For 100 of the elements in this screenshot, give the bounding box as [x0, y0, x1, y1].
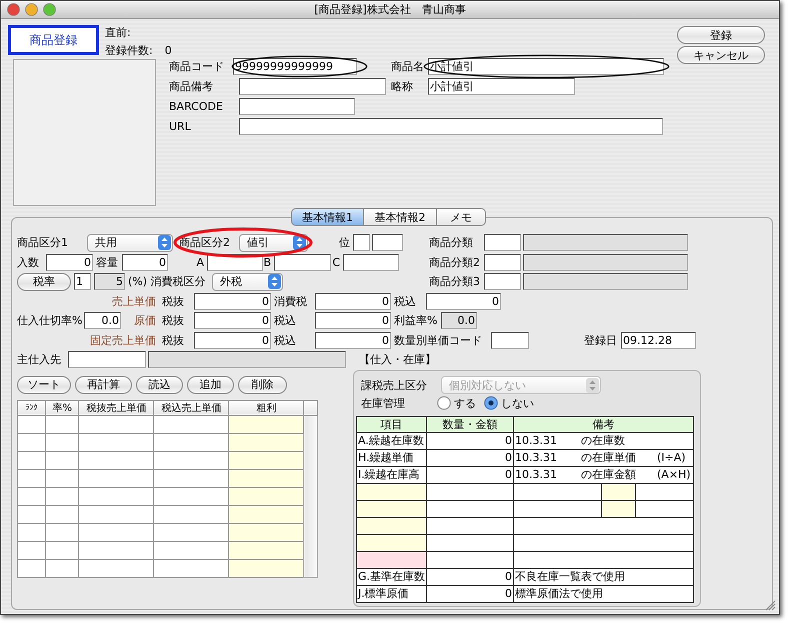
table-cell	[46, 469, 79, 487]
zoom-button[interactable]	[43, 3, 56, 16]
text-field[interactable]	[484, 254, 521, 270]
text-field[interactable]	[523, 234, 688, 251]
field-label: 消費税	[273, 294, 308, 310]
text-field[interactable]: 0	[122, 254, 168, 270]
table-cell	[18, 433, 46, 451]
table-cell: G.基準在庫数	[356, 568, 426, 585]
column-header: 備考	[514, 416, 694, 432]
text-field[interactable]: 0	[315, 312, 391, 329]
dropdown[interactable]: 値引	[239, 234, 308, 252]
field-label: 仕入仕切率%	[17, 313, 84, 329]
tax-rate-button[interactable]: 税率	[17, 272, 71, 290]
scrollbar[interactable]	[304, 415, 318, 577]
text-field[interactable]: 0.0	[84, 312, 121, 329]
toolbar-button[interactable]: 追加	[187, 376, 234, 394]
text-field[interactable]: 0	[426, 292, 501, 310]
table-cell: 0	[426, 585, 514, 602]
table-cell	[46, 451, 79, 469]
table-cell	[18, 559, 46, 577]
formula-text: (I÷A)	[657, 450, 686, 465]
table-cell: 0	[426, 466, 514, 483]
field-label: 固定売上単価	[89, 332, 157, 348]
text-field[interactable]	[523, 273, 688, 290]
table-cell: H.繰越単価	[356, 449, 426, 466]
text-field[interactable]: 0	[315, 332, 391, 348]
field-label: 数量別単価コード	[393, 332, 483, 348]
column-header[interactable]: ﾗﾝｸ	[18, 400, 46, 415]
field-label: 商品コード	[169, 59, 225, 75]
text-field[interactable]	[343, 254, 399, 270]
table-cell	[18, 451, 46, 469]
field-label: C	[331, 254, 341, 270]
close-button[interactable]	[7, 3, 20, 16]
radio-circle-icon	[484, 396, 498, 410]
tab[interactable]: 基本情報1	[291, 208, 364, 226]
column-header[interactable]: 税込売上単価	[154, 400, 229, 415]
dropdown[interactable]: 共用	[87, 234, 173, 252]
column-header[interactable]: 率%	[46, 400, 79, 415]
field-label: B	[263, 254, 272, 270]
table-cell	[46, 559, 79, 577]
text-field[interactable]: 0	[194, 292, 271, 310]
text-field[interactable]	[372, 234, 403, 251]
table-cell: A.繰越在庫数	[356, 432, 426, 449]
register-button[interactable]: 登録	[677, 26, 765, 44]
text-field[interactable]: 0	[315, 292, 391, 310]
field-label: 商品名	[391, 59, 425, 75]
text-field[interactable]: 0	[194, 332, 271, 348]
text-field[interactable]: 1	[74, 273, 91, 290]
text-field[interactable]	[523, 254, 688, 270]
text-field[interactable]: 0.0	[441, 312, 477, 329]
field-label: 売上単価	[111, 294, 157, 310]
text-field[interactable]	[239, 78, 386, 95]
text-field[interactable]	[491, 332, 529, 348]
table-cell	[18, 505, 46, 523]
text-field[interactable]: 0	[194, 312, 271, 329]
text-field[interactable]	[274, 254, 331, 270]
field-label: A	[195, 254, 205, 270]
text-field[interactable]	[353, 234, 370, 251]
field-label: 税抜	[161, 332, 185, 348]
section-title: 【仕入・在庫】	[359, 352, 437, 368]
table-cell	[46, 505, 79, 523]
stepper-icon	[268, 274, 281, 289]
note-text: 不良在庫一覧表で使用	[515, 569, 625, 584]
tab[interactable]: 基本情報2	[364, 208, 437, 226]
tab[interactable]: メモ	[437, 208, 486, 226]
table-cell	[46, 523, 79, 541]
text-field[interactable]: 09.12.28	[621, 332, 696, 348]
column-header[interactable]: 粗利	[228, 400, 304, 415]
field-label: 利益率%	[393, 313, 438, 329]
text-field[interactable]: 小計値引	[428, 78, 575, 95]
text-field[interactable]	[68, 351, 146, 368]
toolbar-button[interactable]: ソート	[17, 376, 71, 394]
toolbar-button[interactable]: 読込	[136, 376, 183, 394]
table-cell	[18, 415, 46, 433]
text-field[interactable]: 99999999999999	[233, 58, 357, 75]
history-label: 直前:	[105, 25, 132, 40]
count-label: 登録件数:	[105, 43, 153, 58]
radio-button[interactable]: する	[437, 396, 476, 410]
text-field[interactable]	[239, 98, 355, 115]
toolbar-button[interactable]: 再計算	[75, 376, 132, 394]
field-label: 商品分類3	[429, 274, 481, 290]
stepper-icon	[158, 235, 171, 250]
note-text: の在庫金額	[581, 467, 637, 482]
minimize-button[interactable]	[25, 3, 38, 16]
text-field[interactable]	[484, 234, 521, 251]
dropdown[interactable]: 外税	[212, 272, 283, 290]
table-cell: 0	[426, 432, 514, 449]
toolbar-button[interactable]: 削除	[238, 376, 287, 394]
radio-button[interactable]: しない	[484, 396, 534, 410]
cancel-button[interactable]: キャンセル	[677, 46, 765, 64]
table-cell	[46, 487, 79, 505]
text-field[interactable]	[148, 351, 346, 368]
text-field[interactable]: 0	[46, 254, 93, 270]
text-field[interactable]: 5	[94, 273, 125, 290]
table-cell	[46, 415, 79, 433]
text-field[interactable]	[239, 118, 663, 135]
text-field[interactable]	[484, 273, 521, 290]
resize-grip[interactable]	[765, 600, 776, 611]
stepper-icon	[586, 378, 599, 392]
column-header[interactable]: 税抜売上単価	[78, 400, 154, 415]
